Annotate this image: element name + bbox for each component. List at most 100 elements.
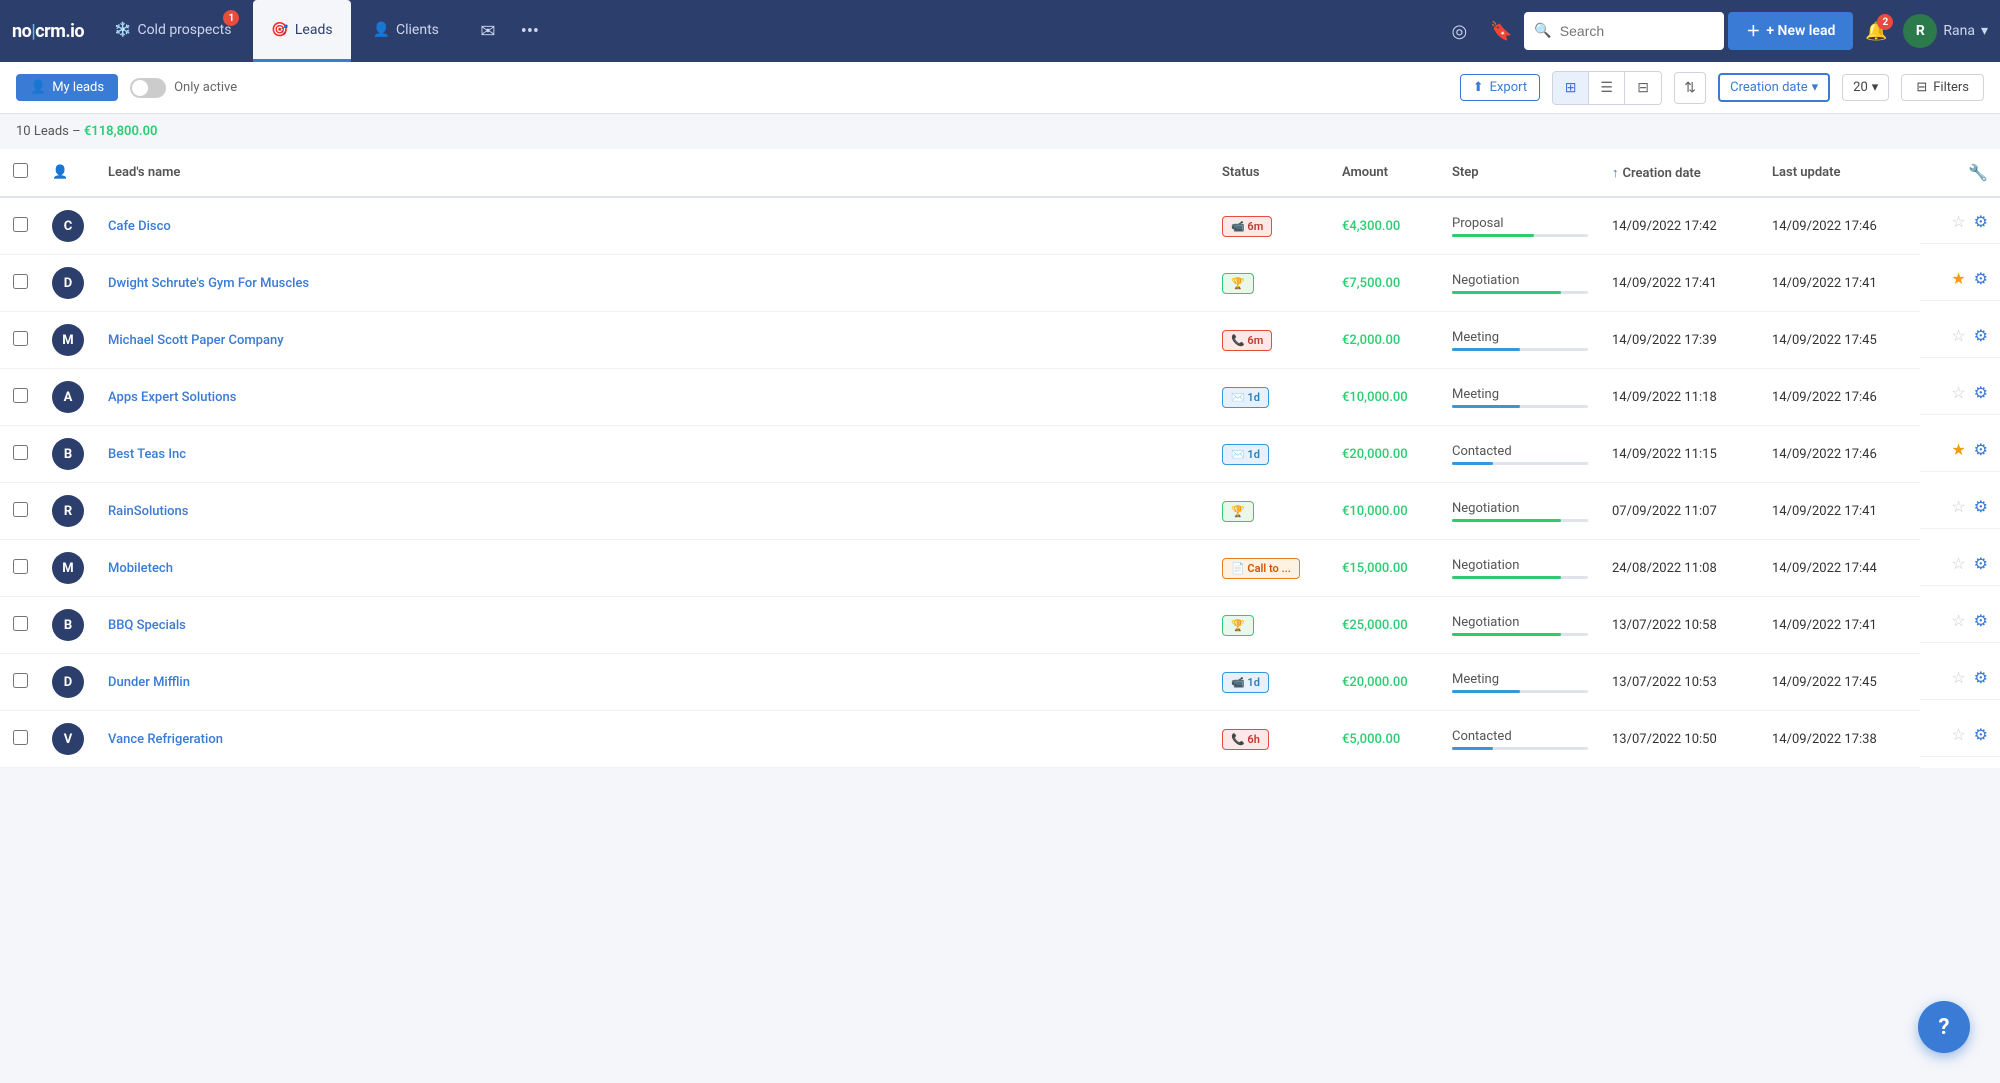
settings-button[interactable]: ⚙ <box>1974 269 1988 288</box>
star-button[interactable]: ★ <box>1951 440 1965 459</box>
only-active-toggle[interactable] <box>130 78 166 98</box>
settings-button[interactable]: ⚙ <box>1974 440 1988 459</box>
row-name-cell[interactable]: Mobiletech <box>96 540 1210 597</box>
select-all-checkbox-header[interactable] <box>0 149 40 197</box>
row-name-cell[interactable]: Best Teas Inc <box>96 426 1210 483</box>
per-page-dropdown[interactable]: 20 ▾ <box>1842 74 1889 101</box>
row-checkbox-cell[interactable] <box>0 597 40 654</box>
star-button[interactable]: ☆ <box>1951 611 1965 630</box>
row-checkbox[interactable] <box>13 217 28 232</box>
row-checkbox-cell[interactable] <box>0 312 40 369</box>
star-button[interactable]: ☆ <box>1951 326 1965 345</box>
my-leads-button[interactable]: 👤 My leads <box>16 74 118 101</box>
step-col-header[interactable]: Step <box>1440 149 1600 197</box>
step-fill <box>1452 462 1493 465</box>
select-all-checkbox[interactable] <box>13 163 28 178</box>
lead-name[interactable]: BBQ Specials <box>108 618 186 633</box>
kanban-view-button[interactable]: ⊟ <box>1625 72 1661 104</box>
bookmark-nav-button[interactable]: 🔖 <box>1482 12 1520 50</box>
date-filter-dropdown[interactable]: Creation date ▾ <box>1718 73 1830 102</box>
target-nav-button[interactable]: ◎ <box>1440 12 1478 50</box>
row-checkbox[interactable] <box>13 445 28 460</box>
last-update-col-header[interactable]: Last update <box>1760 149 1920 197</box>
star-button[interactable]: ★ <box>1951 269 1965 288</box>
row-checkbox-cell[interactable] <box>0 369 40 426</box>
name-col-header[interactable]: Lead's name <box>96 149 1210 197</box>
lead-name[interactable]: Best Teas Inc <box>108 447 186 462</box>
settings-button[interactable]: ⚙ <box>1974 668 1988 687</box>
row-checkbox-cell[interactable] <box>0 197 40 255</box>
row-checkbox[interactable] <box>13 730 28 745</box>
settings-button[interactable]: ⚙ <box>1974 383 1988 402</box>
row-checkbox-cell[interactable] <box>0 483 40 540</box>
help-button[interactable]: ? <box>1918 1001 1970 1053</box>
row-checkbox[interactable] <box>13 673 28 688</box>
nav-tab-leads[interactable]: 🎯 Leads <box>253 0 350 62</box>
lead-name[interactable]: Apps Expert Solutions <box>108 390 236 405</box>
lead-name[interactable]: RainSolutions <box>108 504 188 519</box>
star-button[interactable]: ☆ <box>1951 212 1965 231</box>
row-name-cell[interactable]: Cafe Disco <box>96 197 1210 255</box>
more-nav-button[interactable]: ••• <box>511 12 549 50</box>
lead-name[interactable]: Dwight Schrute's Gym For Muscles <box>108 276 309 291</box>
grid-view-button[interactable]: ⊞ <box>1553 72 1589 104</box>
lead-name[interactable]: Vance Refrigeration <box>108 732 223 747</box>
sort-button[interactable]: ⇅ <box>1674 72 1706 104</box>
lead-name[interactable]: Dunder Mifflin <box>108 675 190 690</box>
row-name-cell[interactable]: BBQ Specials <box>96 597 1210 654</box>
nav-tab-cold-prospects[interactable]: ❄️ Cold prospects 1 <box>96 0 249 62</box>
settings-button[interactable]: ⚙ <box>1974 212 1988 231</box>
export-icon: ⬆ <box>1473 80 1484 95</box>
row-checkbox[interactable] <box>13 331 28 346</box>
settings-button[interactable]: ⚙ <box>1974 497 1988 516</box>
filters-button[interactable]: ⊟ Filters <box>1901 74 1984 101</box>
row-checkbox[interactable] <box>13 388 28 403</box>
star-button[interactable]: ☆ <box>1951 668 1965 687</box>
search-input[interactable] <box>1560 23 1700 39</box>
row-checkbox[interactable] <box>13 559 28 574</box>
step-label: Meeting <box>1452 672 1588 687</box>
lead-name[interactable]: Cafe Disco <box>108 219 171 234</box>
settings-button[interactable]: ⚙ <box>1974 725 1988 744</box>
row-name-cell[interactable]: RainSolutions <box>96 483 1210 540</box>
row-checkbox-cell[interactable] <box>0 426 40 483</box>
status-badge: 📹 6m <box>1222 216 1272 237</box>
step-wrap: Contacted <box>1452 729 1588 750</box>
search-box[interactable]: 🔍 <box>1524 12 1724 50</box>
lead-name[interactable]: Michael Scott Paper Company <box>108 333 284 348</box>
row-name-cell[interactable]: Vance Refrigeration <box>96 711 1210 768</box>
star-button[interactable]: ☆ <box>1951 383 1965 402</box>
user-menu[interactable]: R Rana ▾ <box>1903 14 1988 48</box>
row-checkbox[interactable] <box>13 274 28 289</box>
row-last-update-cell: 14/09/2022 17:46 <box>1760 369 1920 426</box>
row-checkbox-cell[interactable] <box>0 711 40 768</box>
lead-name[interactable]: Mobiletech <box>108 561 173 576</box>
row-creation-date-cell: 14/09/2022 11:15 <box>1600 426 1760 483</box>
settings-button[interactable]: ⚙ <box>1974 326 1988 345</box>
row-name-cell[interactable]: Michael Scott Paper Company <box>96 312 1210 369</box>
settings-button[interactable]: ⚙ <box>1974 611 1988 630</box>
notification-button[interactable]: 🔔 2 <box>1857 12 1895 50</box>
row-checkbox-cell[interactable] <box>0 654 40 711</box>
row-name-cell[interactable]: Apps Expert Solutions <box>96 369 1210 426</box>
settings-button[interactable]: ⚙ <box>1974 554 1988 573</box>
star-button[interactable]: ☆ <box>1951 725 1965 744</box>
star-button[interactable]: ☆ <box>1951 497 1965 516</box>
row-amount-cell: €20,000.00 <box>1330 426 1440 483</box>
star-button[interactable]: ☆ <box>1951 554 1965 573</box>
new-lead-button[interactable]: ＋ + New lead <box>1728 12 1853 50</box>
row-checkbox[interactable] <box>13 616 28 631</box>
row-checkbox-cell[interactable] <box>0 255 40 312</box>
list-view-button[interactable]: ☰ <box>1589 72 1625 104</box>
row-checkbox-cell[interactable] <box>0 540 40 597</box>
nav-tab-clients[interactable]: 👤 Clients <box>355 0 457 62</box>
amount-col-header[interactable]: Amount <box>1330 149 1440 197</box>
row-name-cell[interactable]: Dunder Mifflin <box>96 654 1210 711</box>
export-button[interactable]: ⬆ Export <box>1460 74 1540 101</box>
email-nav-button[interactable]: ✉ <box>469 12 507 50</box>
row-name-cell[interactable]: Dwight Schrute's Gym For Muscles <box>96 255 1210 312</box>
step-bar <box>1452 234 1588 237</box>
row-checkbox[interactable] <box>13 502 28 517</box>
creation-date-col-header[interactable]: ↑Creation date <box>1600 149 1760 197</box>
status-col-header[interactable]: Status <box>1210 149 1330 197</box>
